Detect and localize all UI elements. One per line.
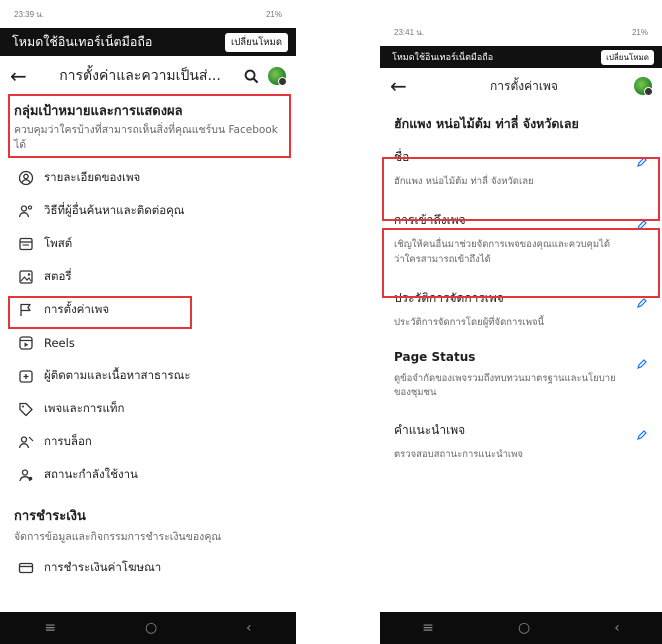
- followers-icon: [16, 368, 36, 384]
- menu-label: Reels: [44, 335, 75, 350]
- tag-icon: [16, 401, 36, 417]
- recent-apps-icon[interactable]: ≡: [422, 620, 434, 636]
- setting-label: ประวัติการจัดการเพจ: [394, 290, 504, 305]
- setting-label: Page Status: [394, 350, 476, 364]
- menu-label: รายละเอียดของเพจ: [44, 169, 141, 184]
- setting-page-status[interactable]: Page Status ดูข้อจำกัดของเพจรวมถึงทบทวนม…: [380, 330, 662, 401]
- mode-bar: โหมดใช้อินเทอร์เน็ตมือถือ เปลี่ยนโหมด: [380, 46, 662, 68]
- page-title: การตั้งค่าและความเป็นส่...: [59, 68, 221, 84]
- user-circle-icon: [16, 170, 36, 186]
- menu-item-reels[interactable]: Reels: [0, 326, 296, 359]
- menu-item-ad-payments[interactable]: การชำระเงินค่าโฆษณา: [0, 551, 296, 584]
- home-icon[interactable]: ○: [145, 620, 157, 636]
- payments-section: การชำระเงิน จัดการข้อมูลและกิจกรรมการชำร…: [0, 505, 296, 545]
- back-arrow-icon[interactable]: ←: [390, 74, 420, 98]
- menu-label: วิธีที่ผู้อื่นค้นหาและติดต่อคุณ: [44, 202, 185, 217]
- mode-bar: โหมดใช้อินเทอร์เน็ตมือถือ เปลี่ยนโหมด: [0, 28, 296, 56]
- edit-pencil-icon[interactable]: [636, 156, 648, 168]
- setting-page-access[interactable]: การเข้าถึงเพจ เชิญให้คนอื่นมาช่วยจัดการเ…: [380, 189, 662, 267]
- back-nav-icon[interactable]: ‹: [246, 620, 252, 636]
- menu-label: สตอรี่: [44, 268, 72, 283]
- right-screenshot: 23:41 น. 21% โหมดใช้อินเทอร์เน็ตมือถือ เ…: [380, 0, 662, 644]
- card-icon: [16, 560, 36, 576]
- status-bar: 23:41 น. 21%: [380, 18, 662, 46]
- audience-desc: ควบคุมว่าใครบ้างที่สามารถเห็นสิ่งที่คุณแ…: [14, 124, 278, 152]
- setting-value: ดูข้อจำกัดของเพจรวมถึงทบทวนมาตรฐานและนโย…: [394, 373, 616, 399]
- avatar[interactable]: [634, 77, 653, 96]
- back-arrow-icon[interactable]: ←: [10, 64, 40, 88]
- posts-icon: [16, 236, 36, 252]
- menu-label: เพจและการแท็ก: [44, 400, 125, 415]
- menu-item-tagging[interactable]: เพจและการแท็ก: [0, 392, 296, 425]
- menu-item-followers[interactable]: ผู้ติดตามและเนื้อหาสาธารณะ: [0, 359, 296, 392]
- stories-icon: [16, 269, 36, 285]
- menu-item-page-settings[interactable]: การตั้งค่าเพจ: [0, 293, 296, 326]
- menu-label: ผู้ติดตามและเนื้อหาสาธารณะ: [44, 367, 191, 382]
- audience-section[interactable]: กลุ่มเป้าหมายและการแสดงผล ควบคุมว่าใครบ้…: [0, 96, 296, 153]
- reels-icon: [16, 335, 36, 351]
- audience-title: กลุ่มเป้าหมายและการแสดงผล: [14, 104, 183, 119]
- system-nav-bar: ≡ ○ ‹: [0, 612, 296, 644]
- setting-value: ตรวจสอบสถานะการแนะนำเพจ: [394, 448, 524, 460]
- edit-pencil-icon[interactable]: [636, 219, 648, 231]
- setting-name[interactable]: ชื่อ ฮักแพง หน่อไม้ต้ม ท่าลี่ จังหวัดเลย: [380, 134, 662, 189]
- flag-icon: [16, 302, 36, 318]
- people-icon: [16, 203, 36, 219]
- menu-label: การชำระเงินค่าโฆษณา: [44, 559, 162, 574]
- menu-item-blocking[interactable]: การบล็อก: [0, 425, 296, 458]
- mode-title: โหมดใช้อินเทอร์เน็ตมือถือ: [392, 53, 494, 63]
- switch-mode-button[interactable]: เปลี่ยนโหมด: [601, 49, 654, 65]
- status-time: 23:39 น.: [14, 9, 44, 19]
- menu-item-active-status[interactable]: สถานะกำลังใช้งาน: [0, 458, 296, 491]
- setting-value: เชิญให้คนอื่นมาช่วยจัดการเพจของคุณและควบ…: [394, 239, 611, 265]
- status-battery: 21%: [631, 27, 648, 37]
- system-nav-bar: ≡ ○ ‹: [380, 612, 662, 644]
- active-status-icon: [16, 467, 36, 483]
- page-title: การตั้งค่าเพจ: [490, 78, 558, 93]
- avatar[interactable]: [268, 67, 287, 86]
- payments-desc: จัดการข้อมูลและกิจกรรมการชำระเงินของคุณ: [14, 531, 222, 544]
- setting-label: การเข้าถึงเพจ: [394, 213, 466, 228]
- edit-pencil-icon[interactable]: [636, 297, 648, 309]
- switch-mode-button[interactable]: เปลี่ยนโหมด: [225, 32, 288, 52]
- menu-label: การบล็อก: [44, 433, 92, 448]
- menu-label: การตั้งค่าเพจ: [44, 301, 110, 316]
- menu-label: สถานะกำลังใช้งาน: [44, 466, 138, 481]
- block-icon: [16, 434, 36, 450]
- setting-value: ประวัติการจัดการโดยผู้ที่จัดการเพจนี้: [394, 316, 545, 328]
- setting-label: คำแนะนำเพจ: [394, 422, 466, 437]
- page-name-heading: ฮักแพง หน่อไม้ต้ม ท่าลี่ จังหวัดเลย: [394, 116, 579, 131]
- menu-item-page-details[interactable]: รายละเอียดของเพจ: [0, 161, 296, 194]
- status-bar: 23:39 น. 21%: [0, 0, 296, 28]
- edit-pencil-icon[interactable]: [636, 358, 648, 370]
- recent-apps-icon[interactable]: ≡: [44, 620, 56, 636]
- setting-label: ชื่อ: [394, 150, 410, 164]
- status-battery: 21%: [265, 9, 282, 19]
- home-icon[interactable]: ○: [518, 620, 530, 636]
- mode-title: โหมดใช้อินเทอร์เน็ตมือถือ: [12, 34, 153, 49]
- payments-title: การชำระเงิน: [14, 509, 86, 525]
- nav-bar: ← การตั้งค่าเพจ: [380, 68, 662, 104]
- nav-bar: ← การตั้งค่าและความเป็นส่...: [0, 56, 296, 96]
- menu-item-find-contact[interactable]: วิธีที่ผู้อื่นค้นหาและติดต่อคุณ: [0, 194, 296, 227]
- setting-page-recommendations[interactable]: คำแนะนำเพจ ตรวจสอบสถานะการแนะนำเพจ: [380, 401, 662, 462]
- status-time: 23:41 น.: [394, 27, 424, 37]
- menu-label: โพสต์: [44, 235, 73, 250]
- menu-item-stories[interactable]: สตอรี่: [0, 260, 296, 293]
- search-icon[interactable]: [240, 69, 262, 84]
- setting-value: ฮักแพง หน่อไม้ต้ม ท่าลี่ จังหวัดเลย: [394, 176, 534, 187]
- menu-item-posts[interactable]: โพสต์: [0, 227, 296, 260]
- setting-page-history[interactable]: ประวัติการจัดการเพจ ประวัติการจัดการโดยผ…: [380, 267, 662, 330]
- back-nav-icon[interactable]: ‹: [614, 620, 620, 636]
- left-screenshot: 23:39 น. 21% โหมดใช้อินเทอร์เน็ตมือถือ เ…: [0, 0, 296, 644]
- edit-pencil-icon[interactable]: [636, 429, 648, 441]
